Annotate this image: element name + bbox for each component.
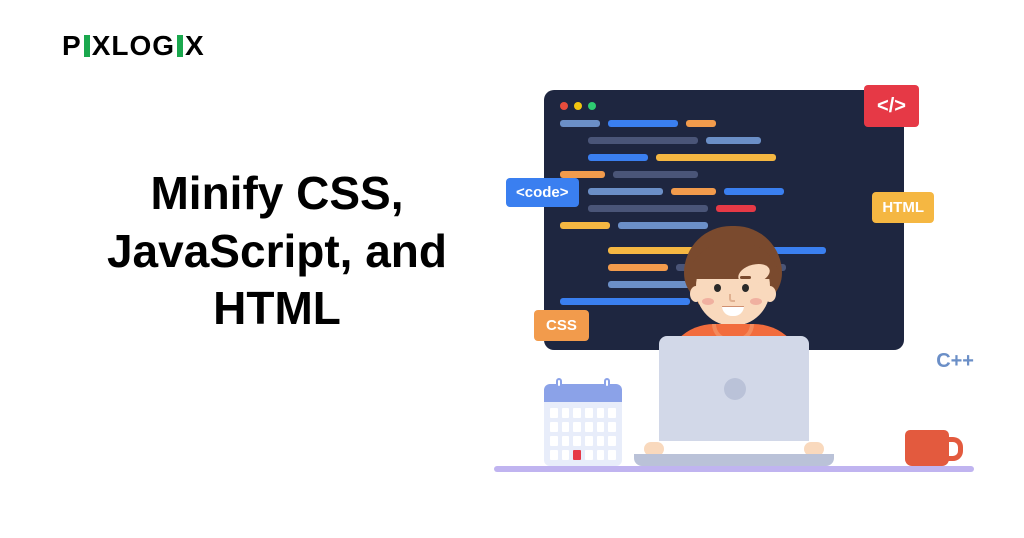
- person-eye: [714, 284, 721, 292]
- css-tag-label: CSS: [534, 310, 589, 341]
- calendar-grid: [544, 402, 622, 466]
- logo-text-2: XLOG: [92, 30, 175, 62]
- code-line: [560, 154, 888, 161]
- laptop-base: [634, 454, 834, 466]
- editor-titlebar: [560, 102, 888, 110]
- developer-illustration: </> <code> HTML CSS C++: [504, 70, 964, 480]
- person-blush: [702, 298, 714, 305]
- calendar-ring: [604, 378, 610, 388]
- calendar-header: [544, 384, 622, 402]
- logo-i-mark-2: [177, 35, 183, 57]
- desk-surface: [494, 466, 974, 472]
- logo-i-mark-1: [84, 35, 90, 57]
- window-max-dot: [588, 102, 596, 110]
- code-line: [560, 137, 888, 144]
- calendar-ring: [556, 378, 562, 388]
- cpp-tag-label: C++: [936, 350, 974, 373]
- window-min-dot: [574, 102, 582, 110]
- html-tag-label: HTML: [872, 192, 934, 223]
- code-slash-tag: </>: [864, 85, 919, 127]
- code-line: [560, 188, 888, 195]
- window-close-dot: [560, 102, 568, 110]
- person-brow: [740, 276, 751, 279]
- calendar-marked-day: [573, 450, 581, 460]
- brand-logo: P XLOG X: [62, 30, 205, 62]
- logo-text-3: X: [185, 30, 205, 62]
- code-tag-label: <code>: [506, 178, 579, 207]
- code-line: [560, 171, 888, 178]
- person-nose: [729, 294, 735, 302]
- headline-text: Minify CSS, JavaScript, and HTML: [62, 165, 492, 338]
- code-line: [560, 120, 888, 127]
- calendar-icon: [544, 384, 622, 466]
- person-brow: [712, 276, 723, 279]
- person-eye: [742, 284, 749, 292]
- person-blush: [750, 298, 762, 305]
- laptop-logo-icon: [724, 378, 746, 400]
- coffee-mug-icon: [905, 430, 949, 466]
- laptop-screen: [659, 336, 809, 441]
- logo-text-1: P: [62, 30, 82, 62]
- laptop: [634, 336, 834, 466]
